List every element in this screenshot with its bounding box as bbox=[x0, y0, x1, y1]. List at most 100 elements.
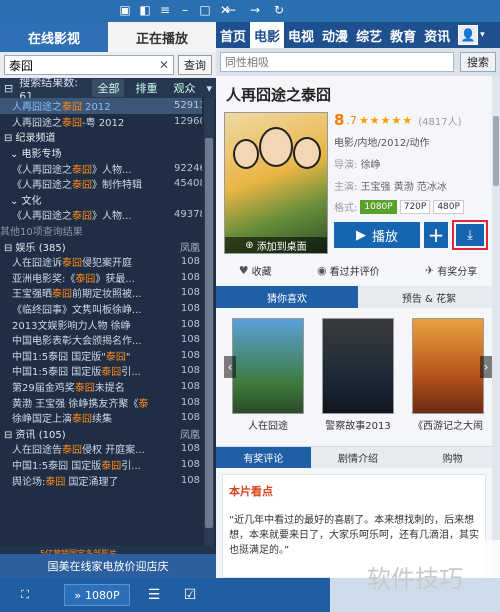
fullscreen-icon[interactable]: ⛶ bbox=[0, 584, 50, 606]
add-button[interactable]: + bbox=[424, 222, 448, 248]
dropdown-icon[interactable]: ▾ bbox=[206, 82, 212, 95]
list-item[interactable]: 人再囧途之泰囧-粤 201212960 bbox=[0, 114, 202, 130]
list-item[interactable]: 中国电影表彰大会颁揭名作... 108 bbox=[0, 332, 202, 348]
list-item[interactable]: 2013文娱影响力人物 徐峥 108 bbox=[0, 316, 202, 332]
skin-icon[interactable]: ◧ bbox=[138, 3, 152, 17]
carousel-next-icon[interactable]: › bbox=[480, 356, 492, 378]
reco-item[interactable]: 《西游记之大闹 bbox=[412, 318, 484, 432]
nav-item-variety[interactable]: 综艺 bbox=[352, 22, 386, 48]
list-item-count: 108 bbox=[180, 334, 200, 346]
avatar[interactable]: 👤 bbox=[458, 25, 479, 45]
right-scroll-thumb[interactable] bbox=[493, 116, 499, 186]
list-item[interactable]: 中国1:5泰囧 国定版"泰囧" 108 bbox=[0, 348, 202, 364]
tab-trailers[interactable]: 预告 & 花絮 bbox=[358, 286, 500, 308]
label-part: 泰囧 bbox=[62, 102, 82, 114]
filter-all[interactable]: 全部 bbox=[92, 79, 125, 97]
list-item[interactable]: 黄渤 王宝强 徐峥携友齐聚《泰 108 bbox=[0, 394, 202, 410]
nav-item-education[interactable]: 教育 bbox=[386, 22, 420, 48]
list-item[interactable]: 《人再囧途之泰囧》制作特辑45408 bbox=[0, 176, 202, 192]
movie-poster[interactable]: ⊕ 添加到桌面 bbox=[224, 112, 328, 254]
nav-item-anime[interactable]: 动漫 bbox=[318, 22, 352, 48]
nav-item-home[interactable]: 首页 bbox=[216, 22, 250, 48]
carousel-prev-icon[interactable]: ‹ bbox=[224, 356, 236, 378]
list-item[interactable]: 人在囧途诉泰囧侵犯案开庭 108 bbox=[0, 254, 202, 270]
tab-synopsis[interactable]: 剧情介绍 bbox=[311, 447, 406, 468]
label-part: ⊟ 资讯 (105) bbox=[4, 429, 66, 441]
tab-online-video[interactable]: 在线影视 bbox=[0, 22, 108, 52]
format-480p[interactable]: 480P bbox=[433, 199, 464, 214]
list-item[interactable]: 中国1:5泰囧 国定版泰囧引... 108 bbox=[0, 363, 202, 379]
filter-audience[interactable]: 观众 bbox=[168, 79, 200, 97]
share-action[interactable]: ✈ 有奖分享 bbox=[425, 263, 477, 278]
rate-action[interactable]: ◉ 看过并评价 bbox=[317, 263, 380, 278]
list-scroll-thumb[interactable] bbox=[205, 138, 213, 528]
right-scrollbar[interactable] bbox=[492, 76, 500, 578]
minimize-icon[interactable]: – bbox=[178, 3, 192, 17]
nav-item-tv[interactable]: 电视 bbox=[284, 22, 318, 48]
back-icon[interactable]: ← bbox=[224, 3, 238, 17]
tab-reviews[interactable]: 有奖评论 bbox=[216, 447, 311, 468]
tab-now-playing[interactable]: 正在播放 bbox=[108, 22, 216, 52]
cast-value[interactable]: 王宝强 黄渤 范冰冰 bbox=[361, 182, 447, 193]
list-item[interactable]: 王宝强晒泰囧前期定妆照被... 108 bbox=[0, 285, 202, 301]
reco-item[interactable]: 警察故事2013 bbox=[322, 318, 394, 432]
movie-title: 人再囧途之泰囧 bbox=[226, 86, 332, 104]
list-item[interactable]: 亚洲电影奖:《泰囧》获最... 108 bbox=[0, 270, 202, 286]
list-item[interactable]: 第29届金鸡奖泰囧未提名 108 bbox=[0, 379, 202, 395]
playlist-icon[interactable]: ☰ bbox=[140, 584, 168, 606]
collapse-icon[interactable]: ⊟ bbox=[4, 82, 13, 95]
list-item[interactable]: 徐峥国定上演泰囧续集 108 bbox=[0, 410, 202, 426]
reco-poster bbox=[232, 318, 304, 414]
nav-item-movie[interactable]: 电影 bbox=[250, 22, 285, 48]
format-1080p[interactable]: 1080P bbox=[360, 199, 397, 214]
director-label: 导演: bbox=[334, 160, 358, 171]
favorite-action[interactable]: ♥ 收藏 bbox=[239, 263, 272, 278]
label-part: 》获最... bbox=[95, 273, 135, 285]
tab-shopping[interactable]: 购物 bbox=[405, 447, 500, 468]
video-search-button[interactable]: 搜索 bbox=[460, 52, 496, 72]
download-button[interactable]: ⤓ bbox=[452, 220, 488, 250]
category-nav: 首页 电影 电视 动漫 综艺 教育 资讯 👤 ▾ bbox=[216, 22, 500, 48]
label-part: 人在囧途诉 bbox=[12, 258, 62, 270]
list-more[interactable]: 其他10项查询结果 bbox=[0, 223, 202, 239]
list-item[interactable]: 《人再囧途之泰囧》人物...92246 bbox=[0, 160, 202, 176]
label-part: ⌄ 电影专场 bbox=[10, 149, 62, 161]
tab-guess-you-like[interactable]: 猜你喜欢 bbox=[216, 286, 358, 308]
director-value[interactable]: 徐峥 bbox=[361, 160, 381, 171]
maximize-icon[interactable]: □ bbox=[198, 3, 212, 17]
search-input[interactable] bbox=[9, 58, 159, 72]
label-part: 徐峥国定上演 bbox=[12, 414, 72, 426]
label-part: 侵犯案开庭 bbox=[82, 258, 132, 270]
video-search-input[interactable] bbox=[220, 52, 454, 72]
list-item-label: 王宝强晒泰囧前期定妆照被... bbox=[12, 285, 174, 300]
filter-dedup[interactable]: 排重 bbox=[130, 79, 162, 97]
clear-icon[interactable]: ✕ bbox=[159, 58, 169, 72]
format-720p[interactable]: 720P bbox=[399, 199, 431, 214]
menu-icon[interactable]: ≡ bbox=[158, 3, 172, 17]
chevron-down-icon[interactable]: ▾ bbox=[480, 30, 485, 40]
chat-icon[interactable]: ▣ bbox=[118, 3, 132, 17]
list-item[interactable]: 《临终囧事》文隽叫板徐峥... 108 bbox=[0, 301, 202, 317]
label-part: ⊟ 娱乐 (385) bbox=[4, 242, 66, 254]
query-button[interactable]: 查询 bbox=[178, 55, 212, 75]
add-to-desktop[interactable]: ⊕ 添加到桌面 bbox=[225, 237, 327, 253]
list-item[interactable]: 舆论场:泰囧 国定涌理了 108 bbox=[0, 472, 202, 488]
reco-item[interactable]: 人在囧途 bbox=[232, 318, 304, 432]
refresh-icon[interactable]: ↻ bbox=[272, 3, 286, 17]
list-scrollbar[interactable] bbox=[204, 98, 214, 552]
list-item[interactable]: 《人再囧途之泰囧》人物...49378 bbox=[0, 207, 202, 223]
forward-icon[interactable]: → bbox=[248, 3, 262, 17]
quality-button[interactable]: » 1080P bbox=[64, 584, 130, 606]
list-item[interactable]: 中国1:5泰囧 国定版泰囧引... 108 bbox=[0, 457, 202, 473]
nav-item-news[interactable]: 资讯 bbox=[420, 22, 454, 48]
label-part: 《临终囧事》文隽叫板徐峥... bbox=[12, 305, 142, 317]
format-row: 格式: 1080P 720P 480P bbox=[334, 199, 494, 214]
list-item-label: 《临终囧事》文隽叫板徐峥... bbox=[12, 301, 174, 316]
list-item[interactable]: 人再囧途之泰囧 201252913 bbox=[0, 98, 202, 114]
list-item[interactable]: 人在囧途告泰囧侵权 开庭案... 108 bbox=[0, 441, 202, 457]
list-item-label: 舆论场:泰囧 国定涌理了 bbox=[12, 473, 174, 488]
ad-banner[interactable]: 国美在线家电放价迎店庆 bbox=[0, 554, 216, 578]
play-button[interactable]: ▶ 播放 bbox=[334, 222, 420, 248]
list-item-label: 人在囧途诉泰囧侵犯案开庭 bbox=[12, 254, 174, 269]
checkbox-icon[interactable]: ☑ bbox=[176, 584, 204, 606]
